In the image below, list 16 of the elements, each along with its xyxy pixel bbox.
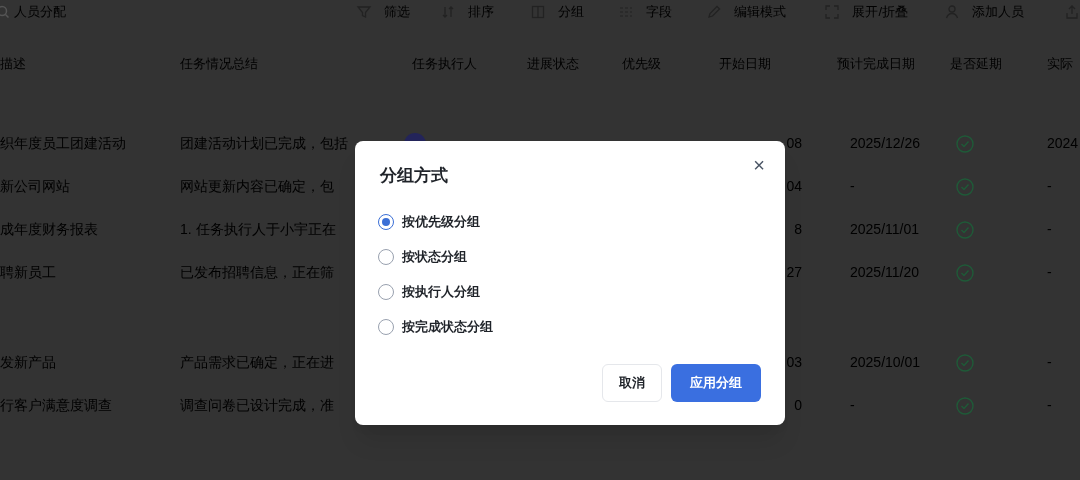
- apply-button[interactable]: 应用分组: [671, 364, 761, 402]
- radio-option[interactable]: 按状态分组: [378, 246, 493, 268]
- cancel-button[interactable]: 取消: [602, 364, 662, 402]
- table-cell-text: -: [850, 177, 855, 196]
- radio-option[interactable]: 按完成状态分组: [378, 316, 493, 338]
- radio-option[interactable]: 按执行人分组: [378, 281, 493, 303]
- dialog-title: 分组方式: [380, 165, 448, 187]
- table-cell-text: -: [850, 396, 855, 415]
- close-button[interactable]: ×: [749, 153, 769, 177]
- table-cell-text: -: [1047, 263, 1052, 282]
- radio-option[interactable]: 按优先级分组: [378, 211, 493, 233]
- table-cell-text: -: [1047, 353, 1052, 372]
- table-cell-text: -: [1047, 396, 1052, 415]
- table-cell-text: -: [1047, 177, 1052, 196]
- search-icon: [0, 5, 10, 19]
- table-cell-text: -: [1047, 220, 1052, 239]
